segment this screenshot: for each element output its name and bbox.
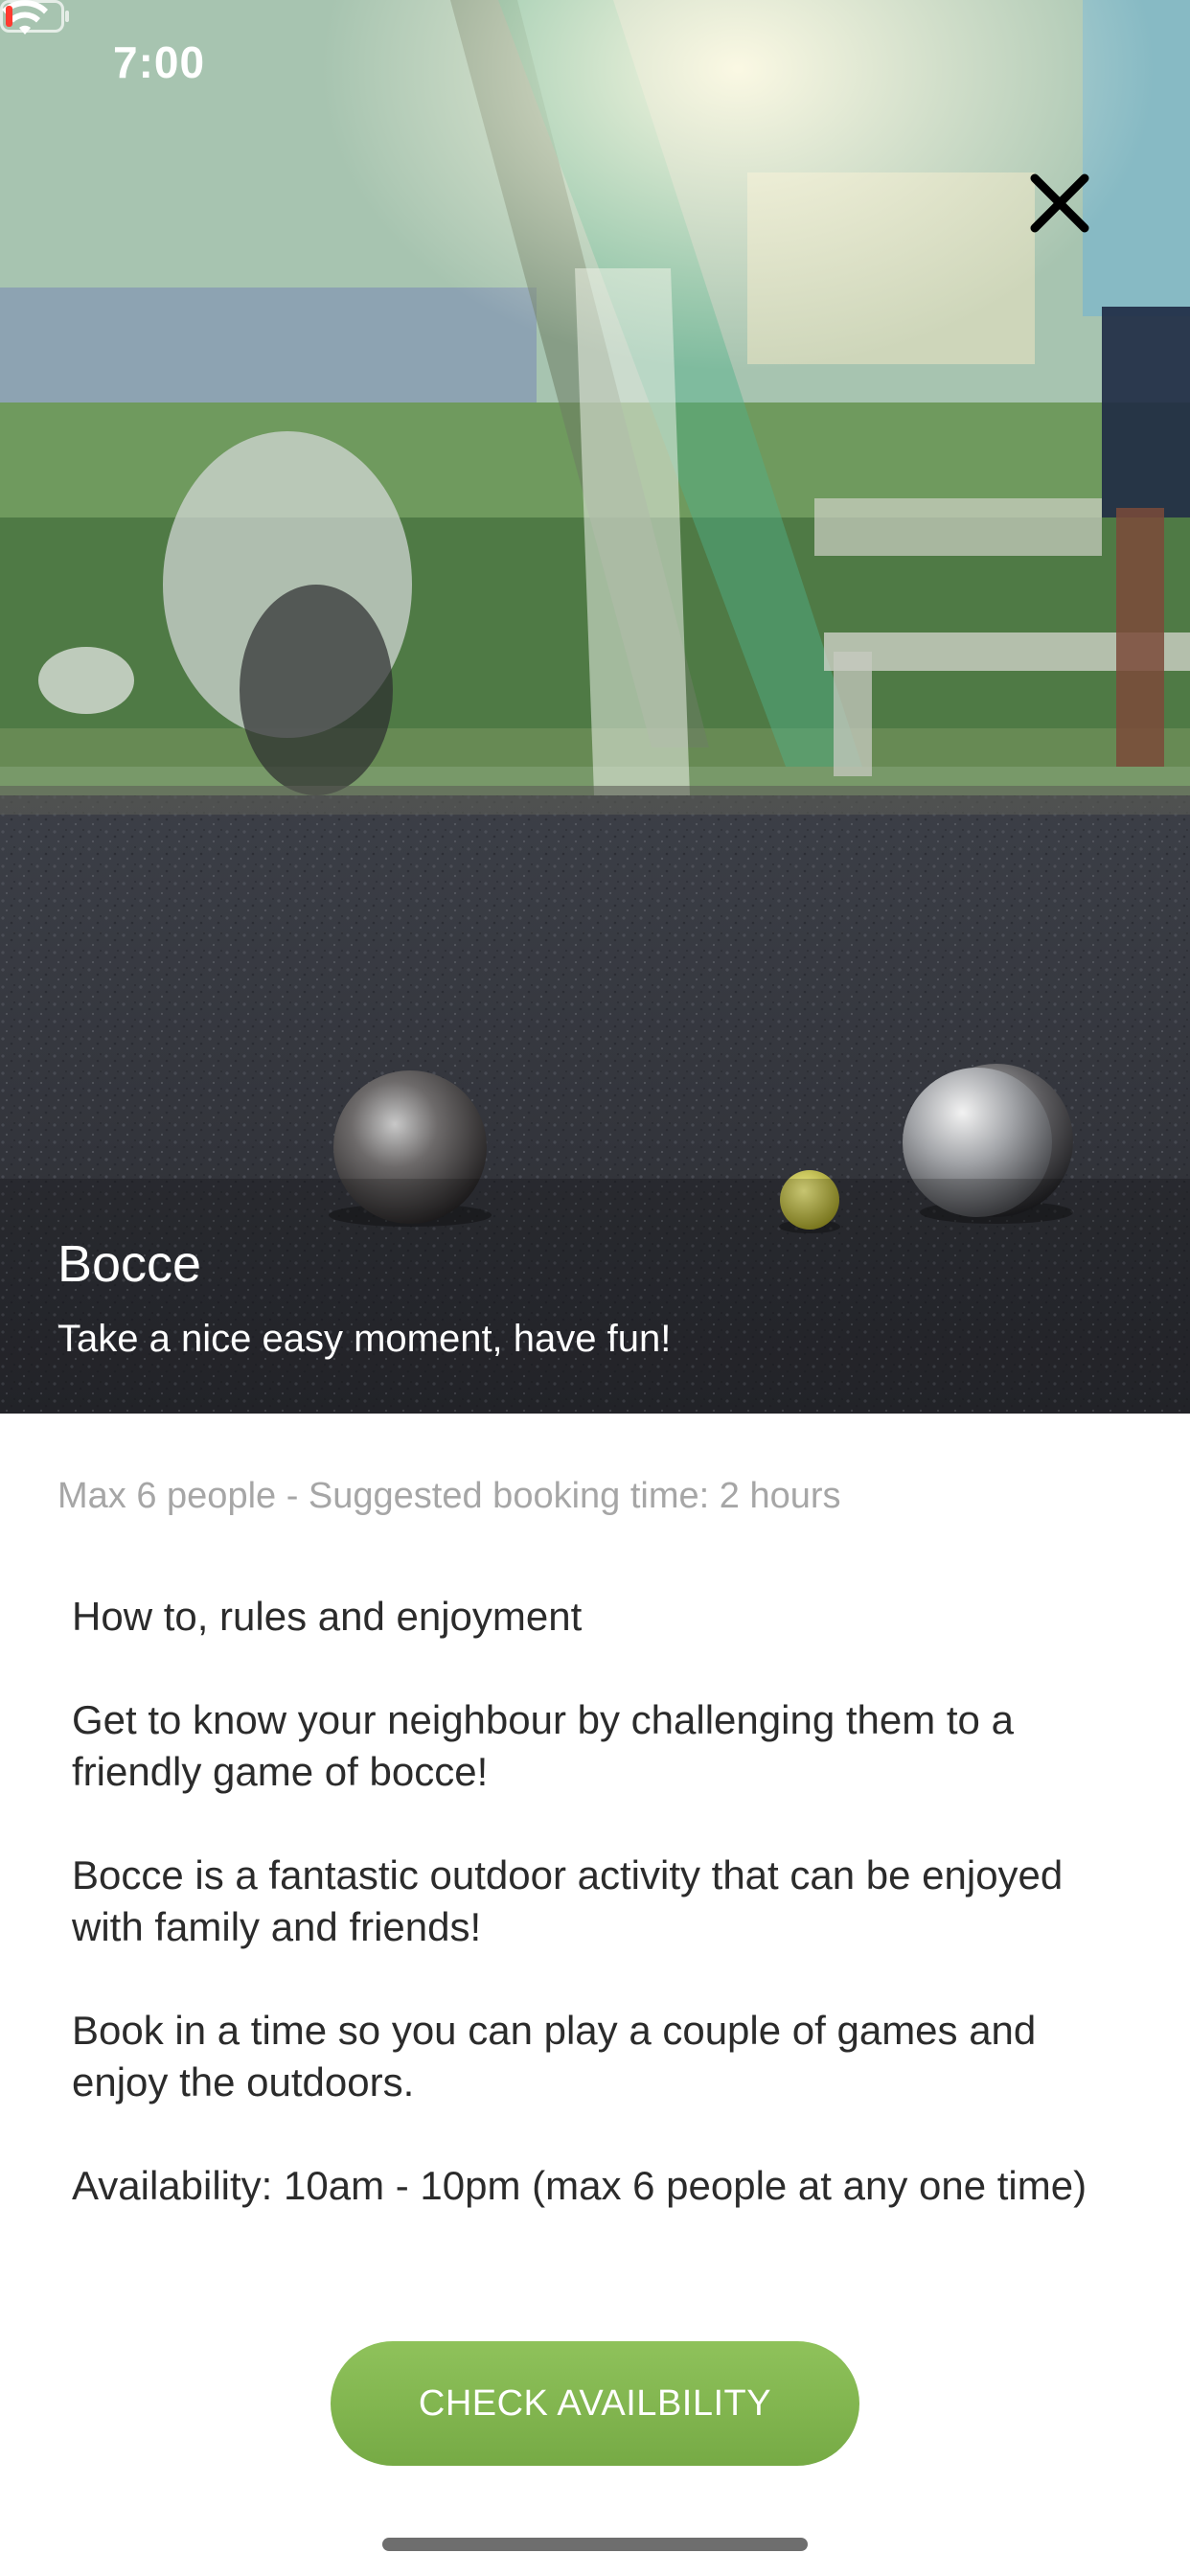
activity-detail-screen: 7:00 Bocce Take a nice easy moment, have… bbox=[0, 0, 1190, 2576]
hero-image: 7:00 Bocce Take a nice easy moment, have… bbox=[0, 0, 1190, 1414]
description-paragraph: Book in a time so you can play a couple … bbox=[72, 2008, 1037, 2104]
description-paragraph: Bocce is a fantastic outdoor activity th… bbox=[72, 1852, 1064, 1949]
activity-description: How to, rules and enjoyment Get to know … bbox=[72, 1591, 1135, 2264]
capacity-info: Max 6 people - Suggested booking time: 2… bbox=[57, 1476, 841, 1516]
description-heading: How to, rules and enjoyment bbox=[72, 1594, 583, 1639]
availability-text: Availability: 10am - 10pm (max 6 people … bbox=[72, 2163, 1087, 2208]
battery-low-icon bbox=[0, 0, 69, 33]
bocce-photo bbox=[0, 0, 1190, 1414]
description-paragraph: Get to know your neighbour by challengin… bbox=[72, 1697, 1014, 1794]
home-indicator[interactable] bbox=[382, 2538, 808, 2551]
status-time: 7:00 bbox=[113, 37, 206, 87]
activity-title: Bocce bbox=[57, 1235, 202, 1293]
close-button[interactable] bbox=[1018, 161, 1102, 245]
check-availability-button[interactable]: CHECK AVAILBILITY bbox=[331, 2341, 859, 2466]
close-icon bbox=[1030, 173, 1089, 233]
activity-subtitle: Take a nice easy moment, have fun! bbox=[57, 1318, 672, 1360]
status-bar: 7:00 bbox=[0, 0, 1190, 125]
